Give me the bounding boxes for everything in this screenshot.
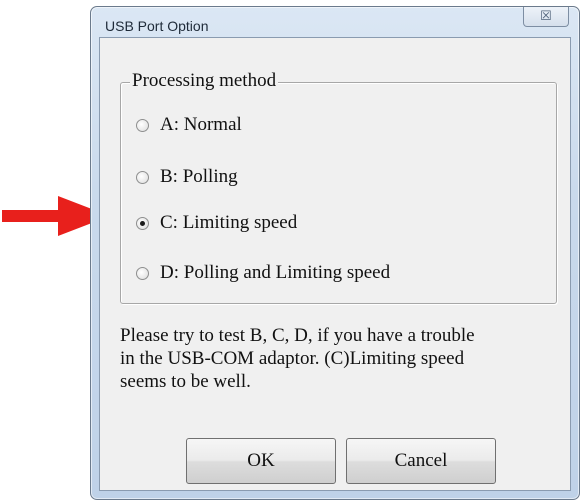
close-icon: ☒ <box>540 8 552 23</box>
dialog-client-area: Processing method A: Normal B: Polling C… <box>99 37 571 491</box>
usb-port-option-dialog: Sound/ feedback To: Rcvr USB Port Option… <box>90 6 580 500</box>
close-button[interactable]: ☒ <box>523 7 569 27</box>
help-message: Please try to test B, C, D, if you have … <box>120 324 570 393</box>
radio-button-b[interactable] <box>136 170 149 184</box>
radio-option-a[interactable]: A: Normal <box>136 112 242 138</box>
radio-option-b[interactable]: B: Polling <box>136 164 238 190</box>
help-message-line-1: Please try to test B, C, D, if you have … <box>120 325 475 346</box>
radio-button-a[interactable] <box>136 118 149 132</box>
help-message-line-2: in the USB-COM adaptor. (C)Limiting spee… <box>120 348 465 369</box>
radio-option-c[interactable]: C: Limiting speed <box>136 210 297 236</box>
radio-button-d[interactable] <box>136 266 149 280</box>
radio-option-d[interactable]: D: Polling and Limiting speed <box>136 260 390 286</box>
cancel-button[interactable]: Cancel <box>346 438 496 484</box>
group-legend: Processing method <box>130 70 279 92</box>
window-title: USB Port Option <box>105 18 209 34</box>
radio-label-d: D: Polling and Limiting speed <box>160 262 391 283</box>
radio-button-c[interactable] <box>136 216 149 230</box>
radio-label-b: B: Polling <box>160 166 238 187</box>
title-bar[interactable]: USB Port Option ☒ <box>91 7 579 41</box>
help-message-line-3: seems to be well. <box>120 371 251 392</box>
ok-button[interactable]: OK <box>186 438 336 484</box>
screenshot-stage: Sound/ feedback To: Rcvr USB Port Option… <box>0 0 583 504</box>
radio-label-c: C: Limiting speed <box>160 212 298 233</box>
radio-label-a: A: Normal <box>160 114 242 135</box>
